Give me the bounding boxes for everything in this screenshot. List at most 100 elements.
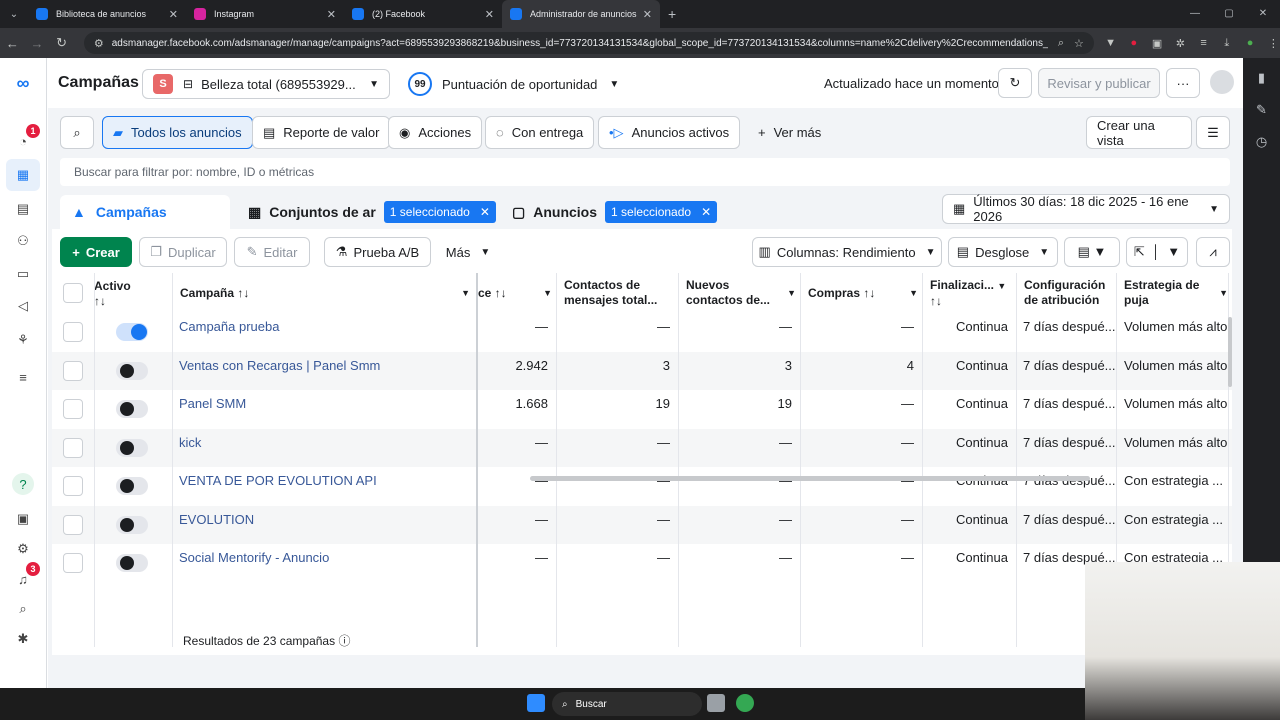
chevron-down-icon[interactable]: ▼ <box>787 286 796 301</box>
tab-search-icon[interactable]: ⌄ <box>0 9 28 20</box>
chevron-down-icon[interactable]: ▼ <box>997 281 1006 291</box>
frozen-column-divider[interactable] <box>476 273 478 647</box>
review-publish-button[interactable]: Revisar y publicar <box>1038 68 1160 98</box>
close-tab-icon[interactable]: ✕ <box>327 8 336 21</box>
campaign-name-link[interactable]: Social Mentorify - Anuncio <box>179 550 329 565</box>
header-attribution[interactable]: Configuración de atribución <box>1024 278 1116 308</box>
campaign-name-link[interactable]: kick <box>179 435 201 450</box>
header-ends[interactable]: Finalizaci... <box>930 278 994 292</box>
header-campaign[interactable]: Campaña ↑↓ <box>180 286 249 301</box>
campaign-toggle[interactable] <box>116 515 148 534</box>
close-tab-icon[interactable]: ✕ <box>169 8 178 21</box>
actions-filter[interactable]: ◉ Acciones <box>388 116 483 149</box>
campaign-name-link[interactable]: Campaña prueba <box>179 319 279 334</box>
export-button[interactable]: ⇱ │ ▼ <box>1126 237 1188 267</box>
row-checkbox[interactable] <box>63 514 83 535</box>
reload-icon[interactable]: ↻ <box>49 35 74 51</box>
maximize-icon[interactable]: ▢ <box>1212 0 1246 28</box>
chevron-down-icon[interactable]: ▼ <box>1219 286 1228 301</box>
events-manager-icon[interactable]: ⚘ <box>12 329 34 351</box>
table-row[interactable]: Campaña prueba — — — — Continua 7 días despué.… <box>52 313 1232 351</box>
audiences-icon[interactable]: ⚇ <box>12 230 34 252</box>
zoom-icon[interactable]: ⌕ <box>1058 37 1064 50</box>
reports-icon[interactable]: ▤ <box>12 198 34 220</box>
refresh-button[interactable]: ↻ <box>998 68 1032 98</box>
search-button[interactable]: ⌕ <box>60 116 94 149</box>
tab-adsets[interactable]: ▦ Conjuntos de ar 1 seleccionado ✕ <box>236 195 508 229</box>
campaign-name-link[interactable]: EVOLUTION <box>179 512 254 527</box>
chrome-icon[interactable] <box>736 694 754 712</box>
see-more-button[interactable]: + Ver más <box>748 116 831 149</box>
create-button[interactable]: + Crear <box>60 237 132 267</box>
all-tools-icon[interactable]: ≡ <box>12 366 34 388</box>
horizontal-scrollbar[interactable] <box>530 476 1090 481</box>
close-icon[interactable]: ✕ <box>701 205 711 219</box>
page-icon[interactable]: ▣ <box>12 508 34 530</box>
campaigns-table-icon[interactable]: ▦ <box>6 159 40 191</box>
opportunity-score[interactable]: 99 Puntuación de oportunidad ▼ <box>408 72 619 96</box>
billing-icon[interactable]: ▭ <box>12 263 34 285</box>
extension-icon[interactable]: ▣ <box>1150 37 1163 50</box>
charts-button[interactable]: ⩘ <box>1196 237 1230 267</box>
row-checkbox[interactable] <box>63 437 83 458</box>
ab-test-button[interactable]: ⚗ Prueba A/B <box>324 237 431 267</box>
sort-icon[interactable]: ↑↓ <box>930 294 942 308</box>
date-range-picker[interactable]: ▦ Últimos 30 días: 18 dic 2025 - 16 ene 2… <box>942 194 1230 224</box>
user-avatar[interactable] <box>1210 70 1234 94</box>
search-icon[interactable]: ⌕ <box>12 598 34 620</box>
reports-button[interactable]: ▤ ▼ <box>1064 237 1120 267</box>
header-purchases[interactable]: Compras ↑↓ <box>808 286 875 301</box>
campaign-name-link[interactable]: Ventas con Recargas | Panel Smm <box>179 358 380 373</box>
extension-icon[interactable]: ▼ <box>1104 37 1117 49</box>
browser-tab[interactable]: Administrador de anuncios - Ad ✕ <box>502 0 660 28</box>
header-contacts[interactable]: Contactos de mensajes total... <box>564 278 674 308</box>
chevron-down-icon[interactable]: ▼ <box>909 286 918 301</box>
campaign-toggle[interactable] <box>116 554 148 572</box>
create-view-button[interactable]: Crear una vista <box>1086 116 1192 149</box>
row-checkbox[interactable] <box>63 399 83 419</box>
extensions-puzzle-icon[interactable]: ✲ <box>1174 37 1187 50</box>
browser-tab[interactable]: Biblioteca de anuncios ✕ <box>28 0 186 28</box>
table-row[interactable]: VENTA DE POR EVOLUTION API————Continua7 … <box>52 467 1232 505</box>
notifications-icon[interactable]: ◔ 1 <box>12 124 40 152</box>
duplicate-button[interactable]: ❐ Duplicar <box>139 237 227 267</box>
edit-button[interactable]: ✎ Editar <box>234 237 310 267</box>
header-bid-strategy[interactable]: Estrategia de puja <box>1124 278 1219 308</box>
ads-megaphone-icon[interactable]: ◁ <box>12 295 34 317</box>
header-new-contacts[interactable]: Nuevos contactos de... <box>686 278 776 308</box>
select-all-checkbox[interactable] <box>63 283 83 303</box>
value-report-filter[interactable]: ▤ Reporte de valor <box>252 116 391 149</box>
table-row[interactable]: EVOLUTION — — — — Continua 7 días despué... Con… <box>52 505 1232 544</box>
view-settings-button[interactable]: ☰ <box>1196 116 1230 149</box>
row-checkbox[interactable] <box>63 476 83 496</box>
pencil-icon[interactable]: ✎ <box>1243 102 1280 122</box>
table-row[interactable]: Ventas con Recargas | Panel Smm 2.942 3 3 4 C… <box>52 351 1232 390</box>
help-icon[interactable]: ? <box>12 473 34 495</box>
extension-icon[interactable]: ● <box>1127 37 1140 49</box>
browser-tab[interactable]: Instagram ✕ <box>186 0 344 28</box>
header-active[interactable]: Activo <box>94 279 131 293</box>
campaign-name-link[interactable]: VENTA DE POR EVOLUTION API <box>179 473 377 488</box>
history-icon[interactable]: ◷ <box>1243 134 1280 154</box>
campaign-toggle[interactable] <box>116 438 148 457</box>
active-ads-filter[interactable]: •▷ Anuncios activos <box>598 116 741 149</box>
windows-start-icon[interactable] <box>527 694 545 712</box>
row-checkbox[interactable] <box>63 322 83 342</box>
profile-icon[interactable]: ● <box>1243 37 1256 49</box>
info-icon[interactable]: ⓘ <box>338 634 350 648</box>
close-tab-icon[interactable]: ✕ <box>643 8 652 21</box>
meta-logo-icon[interactable]: ∞ <box>10 72 36 94</box>
bar-chart-icon[interactable]: ▮ <box>1243 70 1280 90</box>
campaign-toggle[interactable] <box>116 361 148 380</box>
chevron-down-icon[interactable]: ▼ <box>543 286 552 301</box>
ads-selected-chip[interactable]: 1 seleccionado ✕ <box>605 201 718 223</box>
site-info-icon[interactable]: ⚙ <box>94 37 104 50</box>
sort-icon[interactable]: ↑↓ <box>94 294 106 308</box>
settings-gear-icon[interactable]: ⚙ <box>12 538 34 560</box>
task-view-icon[interactable] <box>707 694 725 712</box>
menu-list-icon[interactable]: ≡ <box>1197 37 1210 49</box>
all-ads-filter[interactable]: ▰ Todos los anuncios <box>102 116 253 149</box>
chevron-down-icon[interactable]: ▼ <box>461 286 470 301</box>
campaign-toggle[interactable] <box>116 477 148 495</box>
more-button[interactable]: Más ▼ <box>440 237 496 267</box>
